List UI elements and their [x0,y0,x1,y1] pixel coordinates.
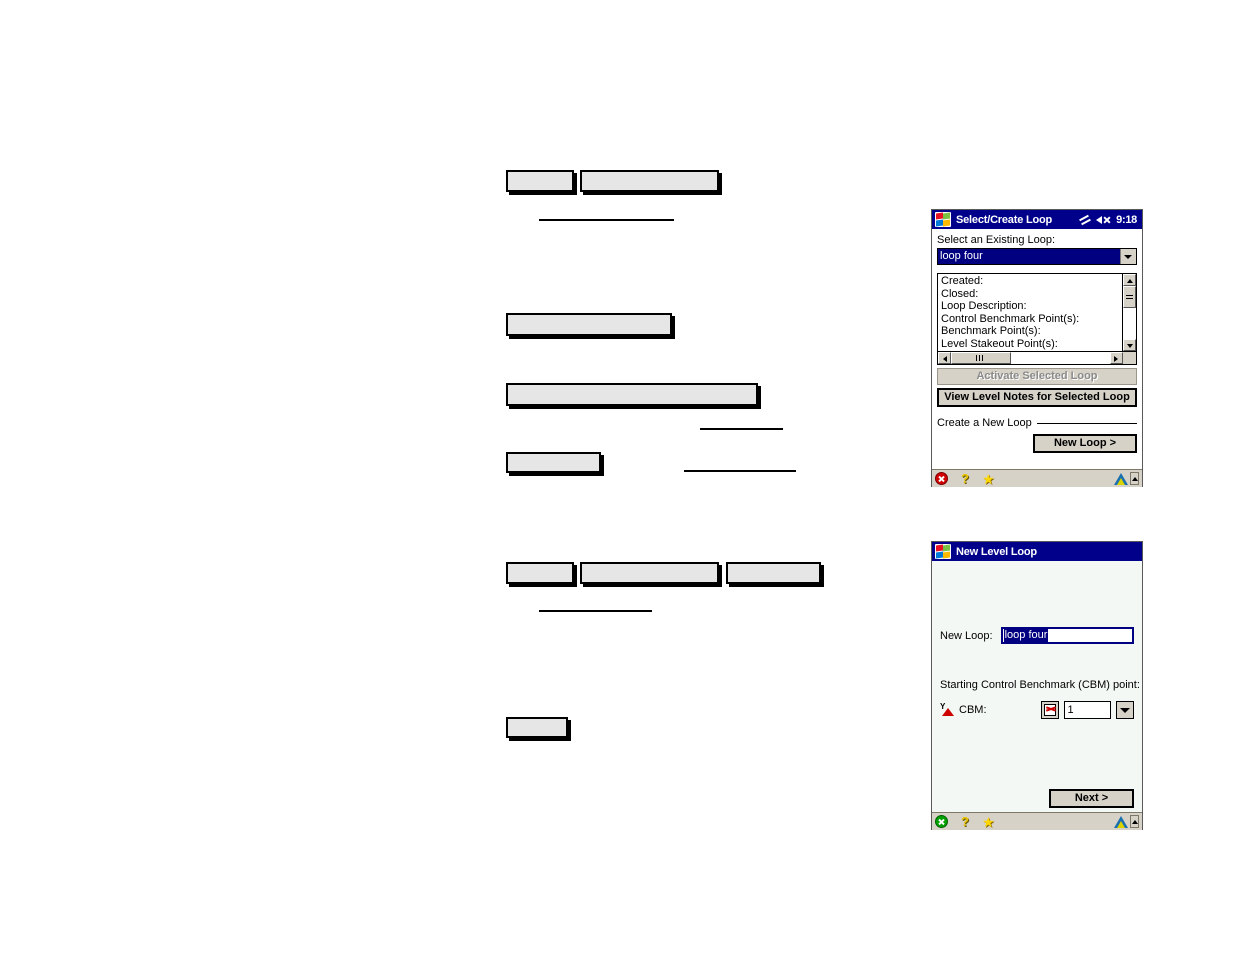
list-item[interactable]: Benchmark Point(s): [941,325,1120,338]
input-panel-arrow-icon[interactable] [1130,472,1139,485]
new-loop-button[interactable]: New Loop > [1033,434,1137,453]
speaker-mute-icon[interactable] [1096,214,1112,226]
cbm-chevron-down-icon[interactable] [1116,701,1134,719]
vertical-scrollbar-thumb[interactable] [1123,286,1136,308]
underline-rule [539,610,652,612]
window-title: Select/Create Loop [956,213,1053,226]
windows-flag-icon[interactable] [935,544,951,559]
loop-details-listbox[interactable]: Created: Closed: Loop Description: Contr… [937,273,1137,365]
client-area: Select an Existing Loop: loop four Creat… [932,229,1142,469]
horizontal-scrollbar[interactable] [938,351,1136,364]
cbm-label: CBM: [959,704,987,716]
underline-rule [700,428,783,430]
prism-icon[interactable] [1114,472,1128,485]
new-loop-label: New Loop: [940,629,993,642]
close-icon[interactable] [935,472,948,485]
help-icon[interactable]: ? [961,815,969,828]
vertical-scrollbar-track[interactable] [1123,308,1136,339]
redacted-text-block [506,717,568,738]
titlebar: New Level Loop [932,542,1142,561]
loop-details-items: Created: Closed: Loop Description: Contr… [938,274,1122,351]
vertical-scrollbar[interactable] [1122,274,1136,351]
input-panel-arrow-icon[interactable] [1130,815,1139,828]
existing-loop-value: loop four [938,249,1120,264]
activate-selected-loop-button[interactable]: Activate Selected Loop [937,368,1137,385]
new-loop-input-value: loop four [1003,629,1049,642]
horizontal-scrollbar-track[interactable] [1011,352,1110,364]
connectivity-icon[interactable] [1079,214,1092,226]
redacted-text-block [506,383,758,406]
view-level-notes-button[interactable]: View Level Notes for Selected Loop [937,388,1137,407]
existing-loop-label: Select an Existing Loop: [937,234,1056,246]
help-icon[interactable]: ? [961,472,969,485]
cbm-section-label: Starting Control Benchmark (CBM) point: [940,679,1140,691]
existing-loop-combobox[interactable]: loop four [937,248,1137,265]
taskbar: ? ★ [932,812,1142,830]
list-item[interactable]: Level Stakeout Point(s): [941,338,1120,351]
system-tray: 9:18 [1079,214,1139,226]
pick-from-map-button[interactable] [1040,701,1059,719]
pda-screenshot-new-level-loop: New Level Loop New Loop: loop four Start… [931,541,1143,830]
group-divider [1036,422,1137,424]
favorites-star-icon[interactable]: ★ [982,815,995,829]
list-item[interactable]: Created: [941,275,1120,288]
clock-label[interactable]: 9:18 [1116,214,1137,226]
chevron-down-icon[interactable] [1120,249,1136,264]
windows-flag-icon[interactable] [935,212,951,227]
titlebar: Select/Create Loop 9:18 [932,210,1142,229]
underline-rule [684,470,796,472]
redacted-text-block [580,170,719,192]
list-item[interactable]: Closed: [941,288,1120,301]
redacted-text-block [506,170,574,192]
underline-rule [539,219,674,221]
window-title: New Level Loop [956,545,1037,558]
scroll-left-icon[interactable] [938,352,951,364]
list-item[interactable]: Loop Description: [941,300,1120,313]
scroll-down-icon[interactable] [1123,339,1136,351]
scroll-up-icon[interactable] [1123,274,1136,286]
scrollbar-corner [1123,352,1136,364]
close-icon[interactable] [935,815,948,828]
scroll-right-icon[interactable] [1110,352,1123,364]
redacted-text-block [580,562,719,584]
horizontal-scrollbar-thumb[interactable] [951,352,1011,364]
create-new-loop-group: Create a New Loop [937,416,1137,430]
list-item[interactable]: Control Benchmark Point(s): [941,313,1120,326]
benchmark-marker-icon: Y [940,703,954,717]
create-new-loop-label: Create a New Loop [937,417,1032,429]
redacted-text-block [506,562,574,584]
taskbar: ? ★ [932,469,1142,487]
cbm-point-input[interactable]: 1 [1063,701,1111,719]
redacted-text-block [726,562,821,584]
redacted-text-block [506,313,672,336]
next-button[interactable]: Next > [1049,789,1134,808]
favorites-star-icon[interactable]: ★ [982,472,995,486]
prism-icon[interactable] [1114,815,1128,828]
client-area: New Loop: loop four Starting Control Ben… [932,561,1142,812]
pda-screenshot-select-create-loop: Select/Create Loop 9:18 Select an Existi… [931,209,1143,487]
new-loop-input[interactable]: loop four [1000,627,1134,644]
redacted-text-block [506,452,601,473]
